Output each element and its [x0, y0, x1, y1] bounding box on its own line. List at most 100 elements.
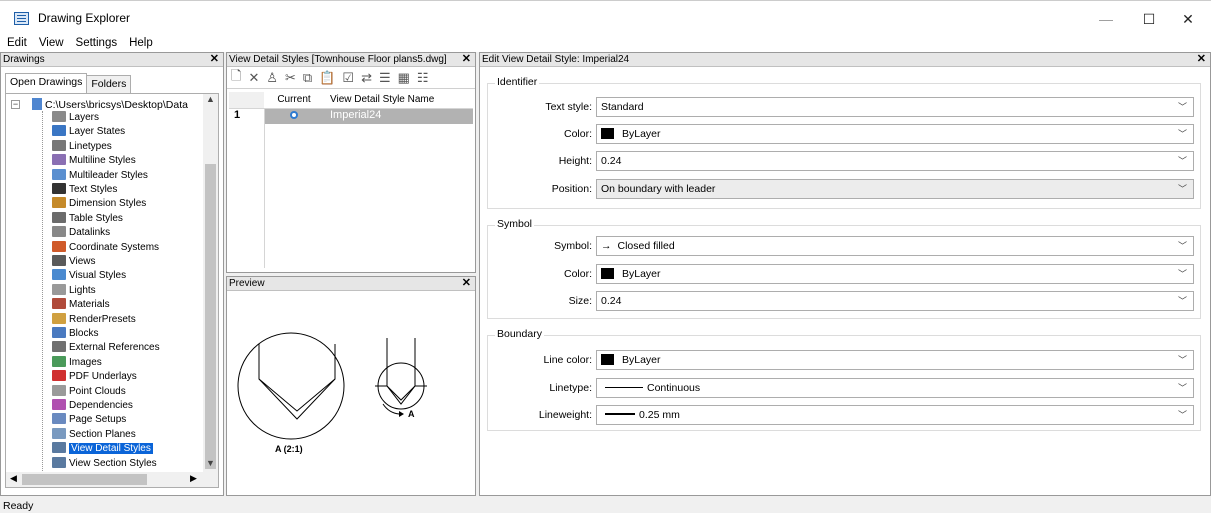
preview-panel-header: Preview ✕ [227, 277, 475, 291]
style-name-cell[interactable]: Imperial24 [324, 109, 473, 124]
dimension-icon [52, 197, 66, 209]
line-color-select[interactable]: ByLayer ﹀ [596, 350, 1194, 370]
chevron-down-icon: ﹀ [1177, 410, 1187, 420]
symbol-select[interactable]: → Closed filled ﹀ [596, 236, 1194, 256]
page-setups-icon [52, 413, 66, 425]
tree-vertical-scrollbar[interactable]: ▲ ▼ [203, 94, 218, 472]
tree-item-view-section-styles[interactable]: View Section Styles [52, 456, 157, 469]
tree-item-images[interactable]: Images [52, 355, 102, 368]
minimize-button[interactable]: — [1083, 5, 1129, 33]
hscroll-thumb[interactable] [22, 474, 147, 485]
collapse-icon[interactable]: − [11, 100, 20, 109]
tree-horizontal-scrollbar[interactable]: ◀ ▶ [6, 472, 218, 487]
visual-styles-icon [52, 269, 66, 281]
tree-item-pdf-underlays[interactable]: PDF Underlays [52, 370, 137, 382]
tree-item-multileader-styles[interactable]: Multileader Styles [52, 168, 148, 181]
position-select[interactable]: On boundary with leader ﹀ [596, 179, 1194, 199]
tree-item-linetypes[interactable]: Linetypes [52, 139, 112, 152]
menu-help[interactable]: Help [123, 36, 159, 52]
point-cloud-icon [52, 384, 66, 396]
symbol-color-select[interactable]: ByLayer ﹀ [596, 264, 1194, 284]
chevron-down-icon: ﹀ [1177, 184, 1187, 194]
current-radio[interactable] [264, 109, 324, 124]
multileader-icon [52, 168, 66, 180]
drawings-close-icon[interactable]: ✕ [210, 53, 219, 66]
tree-item-layer-states[interactable]: Layer States [52, 125, 125, 137]
refresh-icon[interactable]: ⇄ [361, 70, 372, 86]
text-style-select[interactable]: Standard ﹀ [596, 97, 1194, 117]
chevron-down-icon: ﹀ [1177, 241, 1187, 251]
cut-icon[interactable]: ✂ [285, 70, 296, 86]
tree-item-views[interactable]: Views [52, 255, 96, 267]
menu-view[interactable]: View [33, 36, 70, 52]
menu-edit[interactable]: Edit [0, 36, 33, 52]
tree-item-external-references[interactable]: External References [52, 341, 160, 353]
tab-open-drawings[interactable]: Open Drawings [5, 73, 88, 93]
tree-item-label: Section Planes [69, 428, 136, 440]
scroll-down-icon[interactable]: ▼ [203, 458, 218, 472]
delete-icon[interactable]: ✕ [248, 70, 259, 86]
table-icon [52, 211, 66, 223]
tree-item-text-styles[interactable]: Text Styles [52, 183, 117, 195]
drawings-tabs: Open Drawings Folders [5, 73, 132, 93]
tree-item-table-styles[interactable]: Table Styles [52, 211, 123, 224]
table-row[interactable]: 1 Imperial24 [229, 109, 473, 124]
position-label: Position: [551, 183, 592, 195]
tree-item-coordinate-systems[interactable]: Coordinate Systems [52, 240, 159, 253]
tree-item-section-planes[interactable]: Section Planes [52, 427, 136, 440]
set-current-icon[interactable]: ☑ [342, 70, 354, 86]
tree-item-lights[interactable]: Lights [52, 283, 96, 296]
col-header-num [229, 92, 264, 108]
scroll-right-icon[interactable]: ▶ [190, 473, 197, 484]
lineweight-select[interactable]: 0.25 mm ﹀ [596, 405, 1194, 425]
tree-item-visual-styles[interactable]: Visual Styles [52, 269, 126, 281]
text-style-label: Text style: [545, 101, 592, 113]
tree-item-dimension-styles[interactable]: Dimension Styles [52, 197, 146, 209]
purge-icon[interactable]: ♙ [266, 70, 278, 86]
tab-folders[interactable]: Folders [86, 75, 132, 93]
styles-close-icon[interactable]: ✕ [462, 53, 471, 66]
preview-caption: A (2:1) [275, 444, 303, 454]
tree-item-renderpresets[interactable]: RenderPresets [52, 312, 136, 325]
tree-item-page-setups[interactable]: Page Setups [52, 413, 126, 425]
chevron-down-icon: ﹀ [1177, 383, 1187, 393]
copy-icon[interactable]: ⧉ [303, 70, 312, 86]
preview-close-icon[interactable]: ✕ [462, 277, 471, 290]
tree-item-label: Text Styles [69, 184, 118, 195]
grid-view-icon[interactable]: ▦ [398, 70, 410, 86]
scroll-up-icon[interactable]: ▲ [203, 94, 218, 108]
new-style-icon[interactable]: 🗋 [231, 67, 241, 88]
tree-item-multiline-styles[interactable]: Multiline Styles [52, 154, 136, 166]
tree-item-layers[interactable]: Layers [52, 111, 99, 123]
tree-root-label: C:\Users\bricsys\Desktop\Data [45, 99, 188, 111]
preview-panel-title: Preview [229, 278, 265, 289]
app-icon [14, 12, 29, 25]
height-input[interactable]: 0.24 ﹀ [596, 151, 1194, 171]
col-header-name[interactable]: View Detail Style Name [324, 92, 473, 108]
coordinate-icon [52, 240, 66, 252]
linetype-select[interactable]: Continuous ﹀ [596, 378, 1194, 398]
identifier-color-select[interactable]: ByLayer ﹀ [596, 124, 1194, 144]
scroll-left-icon[interactable]: ◀ [10, 473, 17, 484]
close-button[interactable]: ✕ [1165, 5, 1211, 33]
tree-item-label: Layer States [69, 126, 126, 138]
paste-icon[interactable]: 📋 [319, 70, 335, 86]
preview-panel: Preview ✕ A A (2:1) [226, 276, 476, 496]
symbol-color-value: ByLayer [622, 268, 661, 280]
menu-settings[interactable]: Settings [70, 36, 124, 52]
scroll-thumb[interactable] [205, 164, 216, 469]
tree-item-datalinks[interactable]: Datalinks [52, 226, 110, 238]
tree-item-dependencies[interactable]: Dependencies [52, 399, 133, 411]
tree-item-point-clouds[interactable]: Point Clouds [52, 384, 126, 397]
tree-item-materials[interactable]: Materials [52, 298, 110, 310]
col-header-current[interactable]: Current [264, 92, 324, 108]
drawings-panel-title: Drawings [3, 54, 45, 65]
edit-close-icon[interactable]: ✕ [1197, 53, 1206, 66]
tree-view-icon[interactable]: ☷ [417, 70, 429, 86]
tree-item-label: Blocks [69, 328, 99, 339]
size-input[interactable]: 0.24 ﹀ [596, 291, 1194, 311]
tree-root[interactable]: C:\Users\bricsys\Desktop\Data [32, 98, 188, 111]
tree-item-view-detail-styles[interactable]: View Detail Styles [52, 442, 153, 455]
tree-item-blocks[interactable]: Blocks [52, 327, 98, 339]
details-view-icon[interactable]: ☰ [379, 70, 391, 86]
